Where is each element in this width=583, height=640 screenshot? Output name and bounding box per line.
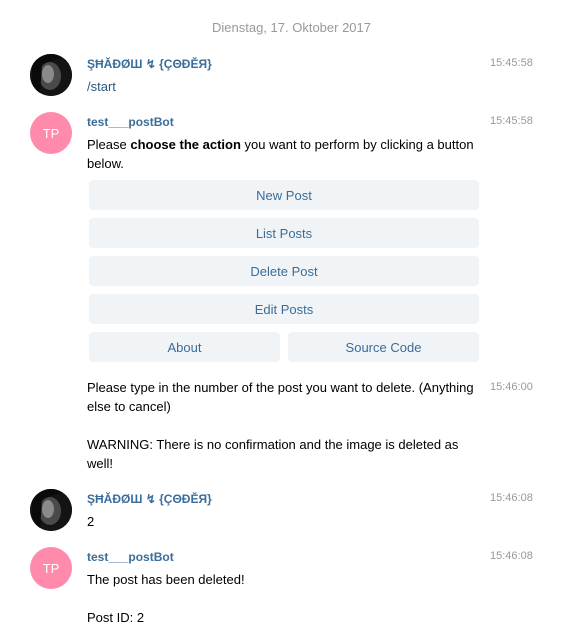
bot-avatar[interactable]: TP <box>30 112 72 154</box>
message-text: Please choose the action you want to per… <box>87 135 482 173</box>
user-avatar[interactable] <box>30 54 72 96</box>
sender-name[interactable]: test___postBot <box>87 115 174 129</box>
message-text[interactable]: /start <box>87 77 482 96</box>
new-post-button[interactable]: New Post <box>89 180 479 210</box>
message-text-part: Please <box>87 137 131 152</box>
message-text-bold: choose the action <box>130 137 241 152</box>
message-text: Post ID: 2 <box>87 610 145 625</box>
message-time: 15:45:58 <box>490 115 533 127</box>
sender-name[interactable]: test___postBot <box>87 550 174 564</box>
list-posts-button[interactable]: List Posts <box>89 218 479 248</box>
message-time: 15:46:00 <box>490 381 533 393</box>
bot-avatar[interactable]: TP <box>30 547 72 589</box>
user-avatar[interactable] <box>30 489 72 531</box>
sender-name[interactable]: ŞĦĂĐØШ ↯ {ÇΘĐĚЯ} <box>87 492 212 506</box>
message-text: Please type in the number of the post yo… <box>87 380 474 414</box>
message-time: 15:46:08 <box>490 492 533 504</box>
edit-posts-button[interactable]: Edit Posts <box>89 294 479 324</box>
about-button[interactable]: About <box>89 332 280 362</box>
delete-post-button[interactable]: Delete Post <box>89 256 479 286</box>
message-time: 15:46:08 <box>490 550 533 562</box>
message-time: 15:45:58 <box>490 57 533 69</box>
source-code-button[interactable]: Source Code <box>288 332 479 362</box>
message-text: WARNING: There is no confirmation and th… <box>87 437 459 471</box>
message-text: 2 <box>87 514 95 529</box>
date-separator: Dienstag, 17. Oktober 2017 <box>212 20 371 35</box>
message-text: The post has been deleted! <box>87 572 245 587</box>
sender-name[interactable]: ŞĦĂĐØШ ↯ {ÇΘĐĚЯ} <box>87 57 212 71</box>
